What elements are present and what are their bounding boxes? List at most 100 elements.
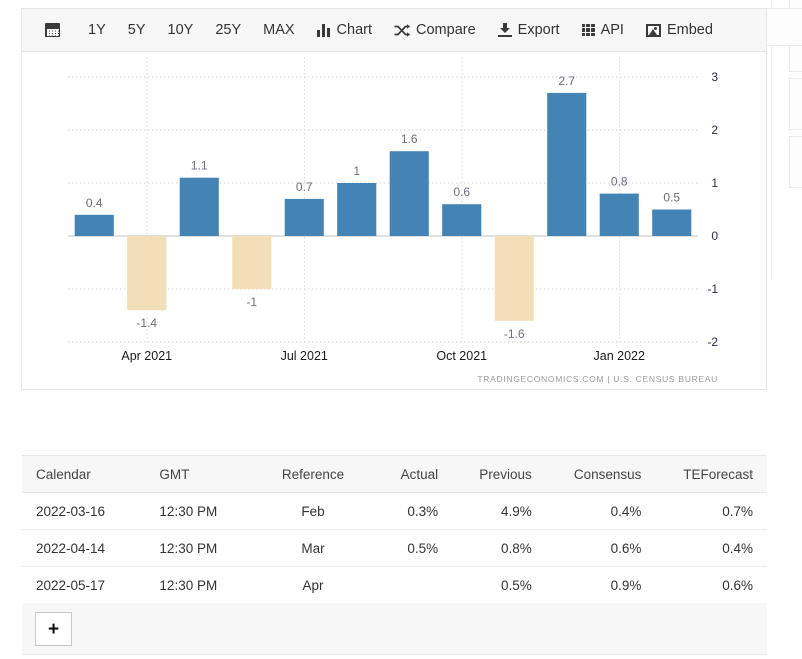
toolbar-api-button[interactable]: API bbox=[571, 9, 635, 51]
cell-calendar: 2022-03-16 bbox=[22, 493, 145, 530]
y-axis-tick-label: 2 bbox=[711, 123, 718, 137]
toolbar-range-1y-label: 1Y bbox=[88, 22, 106, 38]
column-header-actual[interactable]: Actual bbox=[369, 456, 452, 493]
cell-reference: Apr bbox=[257, 567, 369, 604]
x-axis-tick-label: Jan 2022 bbox=[594, 349, 645, 363]
y-axis-tick-label: -1 bbox=[707, 282, 718, 296]
toolbar-range-25y[interactable]: 25Y bbox=[204, 9, 252, 51]
cell-gmt: 12:30 PM bbox=[145, 567, 257, 604]
bar[interactable] bbox=[180, 178, 219, 236]
cell-teforecast: 0.6% bbox=[655, 567, 767, 604]
toolbar-api-label: API bbox=[601, 22, 624, 38]
toolbar-compare-button[interactable]: Compare bbox=[383, 9, 487, 51]
x-axis-tick-label: Oct 2021 bbox=[436, 349, 487, 363]
edge-card-fragment bbox=[763, 8, 802, 46]
y-axis-tick-label: 3 bbox=[711, 70, 718, 84]
cell-calendar: 2022-04-14 bbox=[22, 530, 145, 567]
bar[interactable] bbox=[600, 194, 639, 236]
grid-dots-icon bbox=[582, 24, 595, 37]
column-header-teforecast[interactable]: TEForecast bbox=[655, 456, 767, 493]
bar-value-label: -1.4 bbox=[136, 316, 157, 330]
calendar-icon bbox=[45, 23, 60, 37]
x-axis-tick-label: Apr 2021 bbox=[121, 349, 172, 363]
toolbar-range-5y-label: 5Y bbox=[128, 22, 146, 38]
bar-value-label: 0.5 bbox=[663, 191, 680, 205]
column-header-previous[interactable]: Previous bbox=[452, 456, 546, 493]
toolbar-export-button[interactable]: Export bbox=[487, 9, 571, 51]
cell-actual: 0.5% bbox=[369, 530, 452, 567]
bar-value-label: 1.6 bbox=[401, 132, 418, 146]
table-footer: + bbox=[22, 603, 767, 655]
edge-card-fragment bbox=[789, 78, 802, 130]
toolbar-embed-button[interactable]: Embed bbox=[635, 9, 724, 51]
bar-value-label: 1 bbox=[353, 164, 360, 178]
cell-previous: 4.9% bbox=[452, 493, 546, 530]
chart-credit: TRADINGECONOMICS.COM | U.S. CENSUS BUREA… bbox=[477, 374, 718, 384]
bar[interactable] bbox=[127, 236, 166, 310]
x-axis-tick-label: Jul 2021 bbox=[281, 349, 328, 363]
bar-value-label: 0.7 bbox=[296, 180, 313, 194]
cell-gmt: 12:30 PM bbox=[145, 493, 257, 530]
toolbar-chart-button[interactable]: Chart bbox=[306, 9, 383, 51]
toolbar-compare-label: Compare bbox=[416, 22, 476, 38]
cell-teforecast: 0.4% bbox=[655, 530, 767, 567]
bar[interactable] bbox=[285, 199, 324, 236]
cell-previous: 0.8% bbox=[452, 530, 546, 567]
bar-value-label: 0.6 bbox=[453, 185, 470, 199]
table-row[interactable]: 2022-05-17 12:30 PM Apr 0.5% 0.9% 0.6% bbox=[22, 567, 767, 604]
bar-value-label: 1.1 bbox=[191, 159, 208, 173]
shuffle-icon bbox=[394, 24, 410, 37]
chart-plot-area[interactable]: 3 2 1 0 -1 -2 Apr 2021 Jul 2021 Oct 2021 Jan 2022… bbox=[22, 52, 766, 390]
bar-value-label: 0.4 bbox=[86, 196, 103, 210]
bar[interactable] bbox=[547, 93, 586, 236]
column-header-reference[interactable]: Reference bbox=[257, 456, 369, 493]
bar-value-label: -1 bbox=[246, 295, 257, 309]
bar[interactable] bbox=[390, 151, 429, 236]
y-axis-tick-label: 0 bbox=[711, 229, 718, 243]
cell-consensus: 0.9% bbox=[546, 567, 656, 604]
chart-toolbar: 1Y 5Y 10Y 25Y MAX Chart bbox=[22, 9, 766, 52]
cell-consensus: 0.6% bbox=[546, 530, 656, 567]
bar[interactable] bbox=[652, 210, 691, 237]
cell-actual bbox=[369, 567, 452, 604]
bar[interactable] bbox=[232, 236, 271, 289]
toolbar-range-1y[interactable]: 1Y bbox=[77, 9, 117, 51]
cell-calendar: 2022-05-17 bbox=[22, 567, 145, 604]
column-header-consensus[interactable]: Consensus bbox=[546, 456, 656, 493]
table-row[interactable]: 2022-03-16 12:30 PM Feb 0.3% 4.9% 0.4% 0… bbox=[22, 493, 767, 530]
bar-chart-icon bbox=[317, 24, 331, 37]
bar[interactable] bbox=[75, 215, 114, 236]
add-row-button[interactable]: + bbox=[35, 612, 72, 646]
cell-teforecast: 0.7% bbox=[655, 493, 767, 530]
cell-reference: Feb bbox=[257, 493, 369, 530]
bar[interactable] bbox=[337, 183, 376, 236]
toolbar-embed-label: Embed bbox=[667, 22, 713, 38]
bar[interactable] bbox=[495, 236, 534, 321]
cell-reference: Mar bbox=[257, 530, 369, 567]
table-row[interactable]: 2022-04-14 12:30 PM Mar 0.5% 0.8% 0.6% 0… bbox=[22, 530, 767, 567]
toolbar-range-max[interactable]: MAX bbox=[252, 9, 305, 51]
chart-panel: 1Y 5Y 10Y 25Y MAX Chart bbox=[21, 8, 767, 390]
cell-consensus: 0.4% bbox=[546, 493, 656, 530]
cell-actual: 0.3% bbox=[369, 493, 452, 530]
cell-previous: 0.5% bbox=[452, 567, 546, 604]
bar-value-label: -1.6 bbox=[504, 327, 525, 341]
bar-value-label: 2.7 bbox=[558, 74, 575, 88]
toolbar-calendar-button[interactable] bbox=[34, 9, 77, 51]
toolbar-range-25y-label: 25Y bbox=[215, 22, 241, 38]
toolbar-range-10y[interactable]: 10Y bbox=[157, 9, 205, 51]
bar-chart-svg: 3 2 1 0 -1 -2 Apr 2021 Jul 2021 Oct 2021 Jan 2022… bbox=[22, 52, 766, 390]
download-icon bbox=[498, 23, 512, 37]
toolbar-range-5y[interactable]: 5Y bbox=[117, 9, 157, 51]
edge-card-fragment bbox=[789, 136, 802, 188]
bar[interactable] bbox=[442, 204, 481, 236]
image-icon bbox=[646, 24, 661, 37]
column-header-gmt[interactable]: GMT bbox=[145, 456, 257, 493]
bar-value-label: 0.8 bbox=[611, 175, 628, 189]
toolbar-range-10y-label: 10Y bbox=[168, 22, 194, 38]
column-header-calendar[interactable]: Calendar bbox=[22, 456, 145, 493]
toolbar-export-label: Export bbox=[518, 22, 560, 38]
toolbar-range-max-label: MAX bbox=[263, 22, 294, 38]
y-axis-tick-label: -2 bbox=[707, 335, 718, 349]
table-header-row: Calendar GMT Reference Actual Previous C… bbox=[22, 456, 767, 493]
